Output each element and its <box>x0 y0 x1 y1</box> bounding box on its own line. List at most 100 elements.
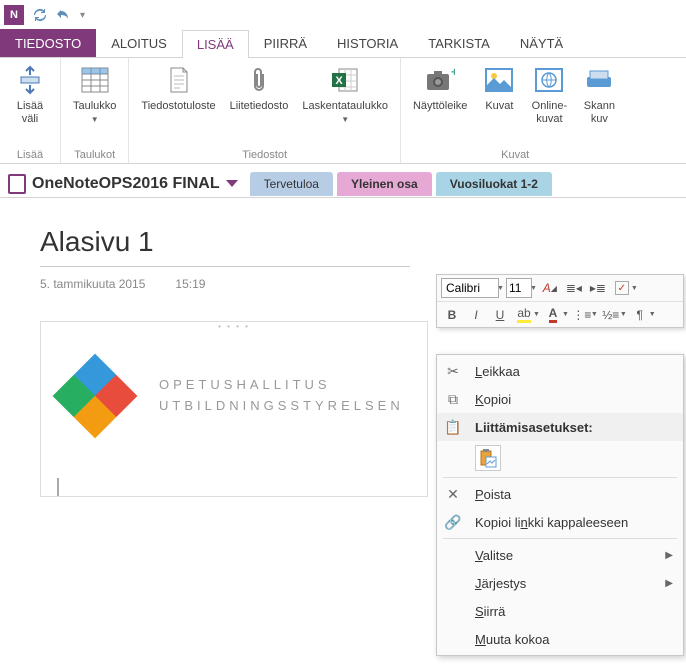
styles-button[interactable]: ¶ <box>629 304 651 326</box>
screen-clip-label: Näyttöleike <box>413 100 467 113</box>
bold-button[interactable]: B <box>441 304 463 326</box>
font-color-button[interactable]: A <box>542 304 564 326</box>
logo-image[interactable] <box>51 352 139 440</box>
notebook-name: OneNoteOPS2016 FINAL <box>32 175 220 193</box>
screen-clip-button[interactable]: + Näyttöleike <box>407 62 473 128</box>
paste-keep-formatting-button[interactable] <box>475 445 501 471</box>
menu-move[interactable]: Siirrä <box>437 597 683 625</box>
table-button[interactable]: Taulukko▼ <box>67 62 122 128</box>
submenu-arrow-icon: ▶ <box>665 550 673 561</box>
text-cursor <box>57 478 59 496</box>
scanner-button[interactable]: Skann kuv <box>575 62 623 128</box>
menu-cut[interactable]: ✂ LLeikkaaeikkaa <box>437 357 683 385</box>
section-tab-welcome[interactable]: Tervetuloa <box>250 172 333 196</box>
svg-text:+: + <box>451 68 455 79</box>
bullets-button[interactable]: ⋮≡ <box>571 304 593 326</box>
link-icon: 🔗 <box>443 514 463 531</box>
menu-paste-header: 📋 Liittämisasetukset: <box>437 413 683 441</box>
mini-toolbar: ▼ ▼ A◢ ≣◂ ▸≣ ✓ ▼ B I U ab ▼ A ▼ ⋮≡ ▼ ½≡ … <box>436 274 684 328</box>
insert-space-icon <box>14 64 46 96</box>
tab-view[interactable]: NÄYTÄ <box>505 29 578 57</box>
menu-separator <box>443 477 677 478</box>
group-title-tables: Taulukot <box>67 147 122 161</box>
attachment-label: Liitetiedosto <box>230 100 289 113</box>
font-name-input[interactable] <box>441 278 499 298</box>
page-date[interactable]: 5. tammikuuta 2015 <box>40 277 145 291</box>
scissors-icon: ✂ <box>443 363 463 380</box>
spreadsheet-button[interactable]: X Laskentataulukko▼ <box>296 62 394 128</box>
highlight-button[interactable]: ab <box>513 304 535 326</box>
tab-home[interactable]: ALOITUS <box>96 29 182 57</box>
numbering-dropdown-icon[interactable]: ▼ <box>620 311 627 318</box>
menu-delete[interactable]: ✕ Poista <box>437 480 683 508</box>
drag-handle-icon[interactable]: • • • • <box>41 322 427 332</box>
tab-history[interactable]: HISTORIA <box>322 29 413 57</box>
pictures-button[interactable]: Kuvat <box>475 62 523 128</box>
styles-dropdown-icon[interactable]: ▼ <box>649 311 656 318</box>
font-size-dropdown-icon[interactable]: ▼ <box>530 285 537 292</box>
menu-order[interactable]: Järjestys ▶ <box>437 569 683 597</box>
section-tab-general[interactable]: Yleinen osa <box>337 172 432 196</box>
page-time[interactable]: 15:19 <box>175 277 205 291</box>
online-pictures-label: Online- kuvat <box>532 100 567 126</box>
online-pictures-button[interactable]: Online- kuvat <box>525 62 573 128</box>
font-size-input[interactable] <box>506 278 532 298</box>
paperclip-icon <box>243 64 275 96</box>
menu-copy[interactable]: ⧉ Kopioi <box>437 385 683 413</box>
tab-insert[interactable]: LISÄÄ <box>182 30 249 58</box>
file-printout-button[interactable]: Tiedostotuloste <box>135 62 221 128</box>
italic-button[interactable]: I <box>465 304 487 326</box>
tab-draw[interactable]: PIIRRÄ <box>249 29 322 57</box>
font-name-dropdown-icon[interactable]: ▼ <box>497 285 504 292</box>
page-title[interactable]: Alasivu 1 <box>40 226 686 258</box>
menu-copy-link[interactable]: 🔗 Kopioi linkki kappaleeseen <box>437 508 683 536</box>
file-printout-icon <box>163 64 195 96</box>
title-underline <box>40 266 410 267</box>
content-container[interactable]: • • • • OPETUSHALLITUS UTBILDNINGSSTYREL… <box>40 321 428 497</box>
camera-icon: + <box>424 64 456 96</box>
logo-text: OPETUSHALLITUS UTBILDNINGSSTYRELSEN <box>159 375 404 417</box>
ribbon-tabstrip: TIEDOSTO ALOITUS LISÄÄ PIIRRÄ HISTORIA T… <box>0 30 686 58</box>
table-label: Taulukko▼ <box>73 100 116 126</box>
tag-dropdown-icon[interactable]: ▼ <box>631 285 638 292</box>
ribbon: Lisää väli Lisää Taulukko▼ Taulukot Tied… <box>0 58 686 164</box>
title-bar: N ▾ <box>0 0 686 30</box>
increase-indent-icon[interactable]: ▸≣ <box>587 277 609 299</box>
insert-space-label: Lisää väli <box>17 100 43 126</box>
underline-button[interactable]: U <box>489 304 511 326</box>
chevron-down-icon <box>226 180 238 187</box>
pictures-label: Kuvat <box>485 100 513 113</box>
paste-options-row <box>437 441 683 475</box>
bullets-dropdown-icon[interactable]: ▼ <box>591 311 598 318</box>
tab-file[interactable]: TIEDOSTO <box>0 29 96 57</box>
tab-review[interactable]: TARKISTA <box>413 29 505 57</box>
context-menu: ✂ LLeikkaaeikkaa ⧉ Kopioi 📋 Liittämisase… <box>436 354 684 656</box>
picture-icon <box>483 64 515 96</box>
scanner-label: Skann kuv <box>584 100 615 126</box>
clear-formatting-icon[interactable]: A◢ <box>539 277 561 299</box>
clipboard-icon: 📋 <box>443 419 463 436</box>
font-color-dropdown-icon[interactable]: ▼ <box>562 311 569 318</box>
sync-icon[interactable] <box>32 7 48 23</box>
attachment-button[interactable]: Liitetiedosto <box>224 62 295 128</box>
section-tab-grades[interactable]: Vuosiluokat 1-2 <box>436 172 552 196</box>
scanner-icon <box>583 64 615 96</box>
menu-separator <box>443 538 677 539</box>
qat-dropdown-icon[interactable]: ▾ <box>80 10 85 21</box>
decrease-indent-icon[interactable]: ≣◂ <box>563 277 585 299</box>
insert-space-button[interactable]: Lisää väli <box>6 62 54 128</box>
notebook-icon <box>8 174 26 194</box>
highlight-dropdown-icon[interactable]: ▼ <box>533 311 540 318</box>
excel-icon: X <box>329 64 361 96</box>
undo-icon[interactable] <box>56 7 72 23</box>
spreadsheet-label: Laskentataulukko▼ <box>302 100 388 126</box>
file-printout-label: Tiedostotuloste <box>141 100 215 113</box>
notebook-picker[interactable]: OneNoteOPS2016 FINAL <box>0 174 246 194</box>
table-icon <box>79 64 111 96</box>
menu-resize[interactable]: Muuta kokoa <box>437 625 683 653</box>
copy-icon: ⧉ <box>443 391 463 408</box>
numbering-button[interactable]: ½≡ <box>600 304 622 326</box>
menu-select[interactable]: Valitse ▶ <box>437 541 683 569</box>
group-title-images: Kuvat <box>407 147 623 161</box>
todo-tag-icon[interactable]: ✓ <box>611 277 633 299</box>
